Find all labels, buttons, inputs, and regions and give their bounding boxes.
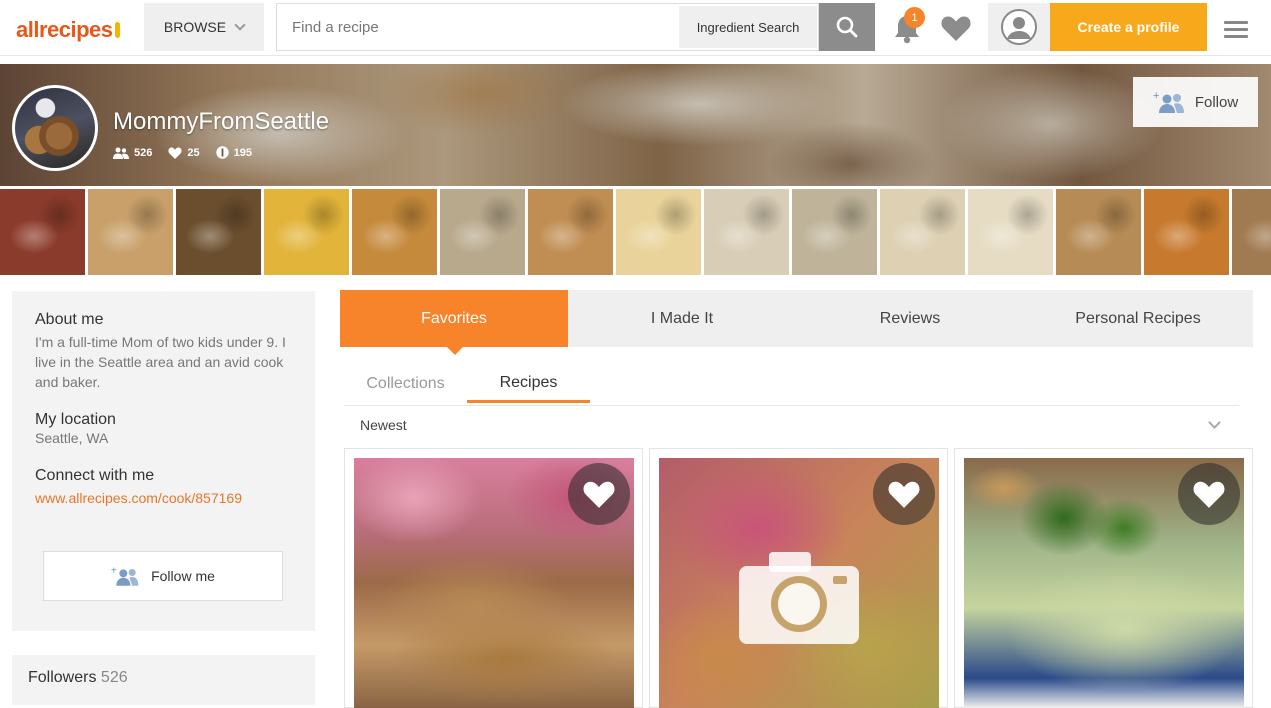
photo-thumb-twisted-loaf[interactable] [1056, 189, 1141, 275]
sort-selected: Newest [360, 416, 407, 433]
photo-thumb-cream-puffs[interactable] [352, 189, 437, 275]
browse-button[interactable]: BROWSE [144, 3, 264, 51]
recipe-icon [215, 146, 229, 159]
profile-stats: 526 25 195 [113, 146, 252, 159]
photo-thumb-apple-pie[interactable] [528, 189, 613, 275]
photo-thumb-jam-jars[interactable] [0, 189, 85, 275]
photo-thumb-crumb-cake[interactable] [88, 189, 173, 275]
search-bar: Ingredient Search [276, 3, 819, 51]
favorite-button[interactable] [873, 463, 935, 525]
subtab-collections[interactable]: Collections [344, 365, 467, 403]
chevron-down-icon [234, 19, 246, 31]
followers-count: 526 [134, 146, 153, 159]
add-follower-icon: + [111, 565, 139, 586]
favorites-stat: 25 [168, 146, 200, 159]
connect-title: Connect with me [35, 467, 155, 484]
top-nav: allrecipes BROWSE Ingredient Search 1 Cr… [0, 0, 1271, 56]
tab-personal-recipes[interactable]: Personal Recipes [1024, 290, 1252, 347]
photo-thumb-pastry[interactable] [1232, 189, 1271, 275]
recipe-card[interactable] [344, 448, 643, 708]
logo-text: allrecipes [16, 17, 113, 42]
search-input[interactable] [277, 4, 677, 50]
photo-strip [0, 189, 1271, 276]
location-section: My location Seattle, WA [35, 411, 116, 447]
photo-thumb-quiche-slice[interactable] [264, 189, 349, 275]
heart-icon[interactable] [940, 14, 972, 42]
people-icon [113, 147, 129, 159]
notification-badge: 1 [904, 7, 925, 28]
heart-icon [583, 481, 615, 508]
subtab-recipes[interactable]: Recipes [467, 365, 590, 403]
tab-i-made-it[interactable]: I Made It [568, 290, 796, 347]
favorite-button[interactable] [1178, 463, 1240, 525]
search-button[interactable] [819, 3, 875, 51]
about-section: About me I'm a full-time Mom of two kids… [35, 311, 295, 392]
about-text: I'm a full-time Mom of two kids under 9.… [35, 334, 286, 390]
browse-label: BROWSE [163, 19, 227, 35]
search-icon [836, 16, 858, 38]
hamburger-menu-icon[interactable] [1224, 21, 1248, 39]
heart-icon [888, 481, 920, 508]
photo-thumb-pasta[interactable] [880, 189, 965, 275]
profile-avatar [12, 85, 98, 171]
profile-username: MommyFromSeattle [113, 108, 330, 135]
heart-icon [1193, 481, 1225, 508]
tab-favorites[interactable]: Favorites [340, 290, 568, 355]
recipes-stat: 195 [215, 146, 252, 159]
followers-label: Followers [28, 669, 97, 686]
photo-thumb-fresh-pasta[interactable] [968, 189, 1053, 275]
followers-stat: 526 [113, 146, 152, 159]
about-title: About me [35, 311, 104, 328]
ingredient-search-button[interactable]: Ingredient Search [679, 6, 817, 48]
svg-text:+: + [1153, 90, 1159, 102]
followers-panel-count: 526 [100, 669, 128, 686]
user-avatar-icon [1001, 9, 1037, 45]
photo-thumb-braided-bread[interactable] [440, 189, 525, 275]
recipe-card[interactable] [649, 448, 948, 708]
recipes-count: 195 [233, 146, 252, 159]
about-panel: About me I'm a full-time Mom of two kids… [12, 291, 315, 631]
chevron-down-icon [1208, 416, 1221, 429]
profile-link[interactable]: www.allrecipes.com/cook/857169 [35, 490, 242, 506]
favorites-count: 25 [187, 146, 200, 159]
photo-thumb-seeded-buns[interactable] [792, 189, 877, 275]
user-avatar-button[interactable] [988, 3, 1050, 51]
heart-icon [168, 147, 182, 159]
svg-text:+: + [111, 565, 117, 576]
allrecipes-logo[interactable]: allrecipes [16, 17, 120, 43]
location-value: Seattle, WA [35, 430, 109, 446]
tab-reviews[interactable]: Reviews [796, 290, 1024, 347]
follow-label: Follow [1194, 93, 1239, 111]
photo-thumb-bread-loaves[interactable] [1144, 189, 1229, 275]
followers-panel[interactable]: Followers 526 [12, 655, 315, 705]
profile-tabs: Favorites I Made It Reviews Personal Rec… [340, 290, 1253, 355]
sort-dropdown[interactable]: Newest [344, 405, 1239, 443]
photo-thumb-cookies[interactable] [176, 189, 261, 275]
connect-section: Connect with me www.allrecipes.com/cook/… [35, 467, 242, 506]
photo-thumb-custard-pie[interactable] [616, 189, 701, 275]
favorites-subtabs: Collections Recipes [344, 365, 590, 405]
spoon-icon [114, 22, 120, 38]
camera-icon [739, 552, 859, 644]
favorite-button[interactable] [568, 463, 630, 525]
follow-button[interactable]: + Follow [1133, 77, 1258, 127]
add-follower-icon: + [1153, 90, 1184, 113]
location-title: My location [35, 411, 116, 428]
follow-me-label: Follow me [151, 568, 215, 584]
follow-me-button[interactable]: + Follow me [43, 551, 283, 601]
recipe-card[interactable] [954, 448, 1253, 708]
create-profile-button[interactable]: Create a profile [1050, 3, 1207, 51]
photo-thumb-seeded-rolls[interactable] [704, 189, 789, 275]
